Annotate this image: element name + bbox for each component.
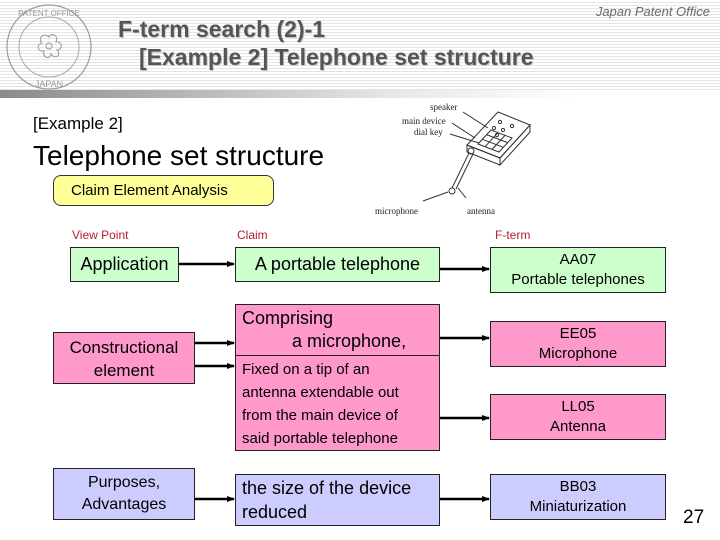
column-heading-claim: Claim — [237, 228, 268, 242]
column-heading-view-point: View Point — [72, 228, 129, 242]
claim-size-reduced-line-1: the size of the device — [242, 478, 412, 498]
claim-antenna-line-4: said portable telephone — [242, 430, 398, 447]
claim-microphone-line-1: Comprising — [242, 308, 334, 328]
seal-text-bottom: JAPAN — [35, 79, 63, 89]
figure-label-dial-key: dial key — [414, 127, 443, 137]
claim-antenna-box: Fixed on a tip of an antenna extendable … — [235, 355, 440, 451]
viewpoint-purposes-line-2: Advantages — [81, 496, 167, 513]
patent-office-seal-icon: PATENT OFFICE JAPAN — [6, 4, 92, 90]
claim-microphone-box: Comprising a microphone, — [235, 304, 440, 356]
viewpoint-application-label: Application — [80, 254, 169, 274]
slide-subtitle: [Example 2] Telephone set structure — [139, 44, 534, 70]
claim-application-text: A portable telephone — [254, 254, 421, 274]
claim-element-analysis-box: Claim Element Analysis — [53, 175, 274, 206]
viewpoint-constructional-box: Constructional element — [53, 332, 195, 384]
figure-label-antenna: antenna — [467, 206, 495, 216]
slide-title: F-term search (2)-1 — [118, 16, 326, 42]
telephone-figure: speaker main device dial key microphone … — [375, 102, 531, 216]
fterm-aa07-box: AA07 Portable telephones — [490, 247, 666, 293]
figure-label-speaker: speaker — [430, 102, 457, 112]
fterm-ll05-description: Antenna — [550, 418, 606, 435]
main-title: Telephone set structure — [33, 140, 325, 171]
claim-antenna-line-3: from the main device of — [242, 407, 398, 424]
viewpoint-application-box: Application — [70, 247, 179, 282]
fterm-ll05-box: LL05 Antenna — [490, 394, 666, 440]
viewpoint-purposes-line-1: Purposes, — [87, 474, 161, 491]
claim-size-reduced-line-2: reduced — [242, 502, 308, 522]
slide-header: PATENT OFFICE JAPAN F-term search (2)-1 … — [0, 0, 720, 92]
claim-microphone-line-2: a microphone, — [292, 331, 407, 351]
figure-label-main-device: main device — [402, 116, 446, 126]
viewpoint-constructional-line-1: Constructional — [69, 338, 179, 357]
fterm-ee05-box: EE05 Microphone — [490, 321, 666, 367]
viewpoint-constructional-line-2: element — [93, 361, 155, 380]
fterm-bb03-box: BB03 Miniaturization — [490, 474, 666, 520]
claim-element-analysis-label: Claim Element Analysis — [71, 182, 228, 199]
fterm-ee05-code: EE05 — [559, 325, 597, 342]
column-heading-fterm: F-term — [495, 228, 531, 242]
organization-label: Japan Patent Office — [595, 4, 710, 19]
header-divider — [0, 90, 720, 98]
fterm-aa07-code: AA07 — [559, 251, 597, 268]
claim-antenna-line-1: Fixed on a tip of an — [242, 361, 370, 378]
example-label: [Example 2] — [33, 114, 123, 133]
claim-application-box: A portable telephone — [235, 247, 440, 282]
fterm-ee05-description: Microphone — [538, 345, 618, 362]
fterm-bb03-code: BB03 — [559, 478, 597, 495]
seal-text-top: PATENT OFFICE — [18, 9, 80, 18]
fterm-bb03-description: Miniaturization — [529, 498, 627, 515]
page-number: 27 — [683, 507, 705, 528]
fterm-ll05-code: LL05 — [561, 398, 595, 415]
claim-size-reduced-box: the size of the device reduced — [235, 474, 440, 526]
figure-label-microphone: microphone — [375, 206, 418, 216]
claim-antenna-line-2: antenna extendable out — [242, 384, 399, 401]
fterm-aa07-description: Portable telephones — [511, 271, 645, 288]
viewpoint-purposes-box: Purposes, Advantages — [53, 468, 195, 520]
